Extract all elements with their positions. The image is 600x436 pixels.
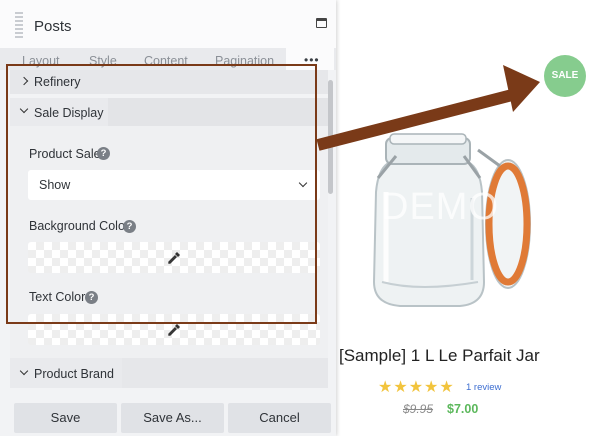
watermark: DEMO [381,186,499,228]
chevron-down-icon [298,178,308,188]
section-sale-display[interactable]: Sale Display [10,98,328,128]
sale-display-body: Product Sale ? Show Background Color ? T… [10,126,328,358]
price-original: $9.95 [403,402,434,416]
text-color-label: Text Color [29,290,86,304]
help-icon[interactable]: ? [97,147,110,160]
rating-stars: ★★★★★ [378,379,455,396]
review-link[interactable]: 1 review [466,382,501,393]
tab-content[interactable]: Content [144,54,188,68]
tab-more[interactable]: ••• [286,48,334,70]
chevron-right-icon [19,76,29,86]
panel-footer: Save Save As... Cancel [0,392,336,436]
help-icon[interactable]: ? [123,220,136,233]
section-refinery[interactable]: Refinery [10,70,328,94]
tab-style[interactable]: Style [89,54,117,68]
eyedropper-icon [168,324,180,336]
sale-badge: SALE [544,55,586,97]
cancel-button[interactable]: Cancel [228,403,331,433]
help-icon[interactable]: ? [85,291,98,304]
background-color-label: Background Color [29,219,130,233]
section-product-brand-label: Product Brand [34,367,114,381]
scrollbar[interactable] [328,80,333,194]
settings-content: Refinery Sale Display Product Sale ? Sho… [0,70,336,358]
product-sale-select[interactable]: Show [28,170,320,200]
product-title[interactable]: [Sample] 1 L Le Parfait Jar [339,346,540,366]
section-sale-display-label: Sale Display [34,106,104,120]
settings-panel: Posts Layout Style Content Pagination ••… [0,0,336,436]
section-refinery-label: Refinery [34,75,81,89]
product-sale-value: Show [39,178,71,192]
more-icon: ••• [304,53,320,67]
tab-pagination[interactable]: Pagination [215,54,274,68]
eyedropper-icon [168,252,180,264]
price-sale: $7.00 [447,402,479,416]
save-button[interactable]: Save [14,403,117,433]
save-as-button[interactable]: Save As... [121,403,224,433]
text-color-picker[interactable] [28,314,320,345]
maximize-icon[interactable] [316,18,327,28]
tab-layout[interactable]: Layout [22,54,60,68]
background-color-picker[interactable] [28,242,320,273]
product-sale-label: Product Sale [29,147,101,161]
panel-tabs: Layout Style Content Pagination ••• [0,48,336,70]
panel-title: Posts [34,18,72,35]
drag-handle-icon[interactable] [15,12,23,38]
section-product-brand[interactable]: Product Brand [10,358,328,388]
panel-header: Posts [0,0,336,48]
